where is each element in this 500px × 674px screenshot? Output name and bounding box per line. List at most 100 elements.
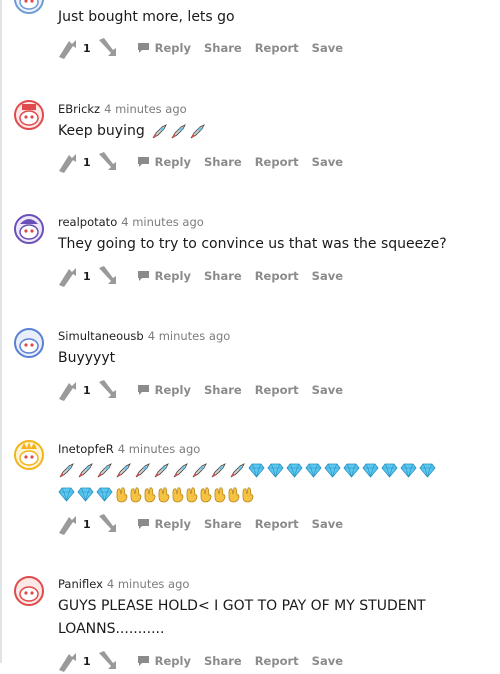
snoo-avatar-icon[interactable]	[14, 214, 44, 244]
snoo-avatar-icon[interactable]	[14, 576, 44, 606]
rocket-emoji-icon	[211, 462, 226, 477]
upvote-arrow-icon[interactable]	[55, 36, 81, 60]
emoji-group	[151, 123, 208, 140]
rocket-emoji-icon	[59, 462, 74, 477]
save-button[interactable]: Save	[312, 383, 343, 397]
username[interactable]: realpotato	[58, 215, 117, 229]
comment-body: They going to try to convince us that wa…	[58, 236, 447, 252]
report-button[interactable]: Report	[255, 269, 299, 283]
vote-score: 1	[83, 41, 91, 55]
timestamp[interactable]: 4 minutes ago	[118, 442, 201, 456]
gem-emoji-icon	[77, 487, 94, 502]
raised-hands-emoji-icon	[116, 486, 128, 502]
reply-button[interactable]: Reply	[137, 41, 191, 55]
save-button[interactable]: Save	[312, 269, 343, 283]
reply-button[interactable]: Reply	[137, 383, 191, 397]
reply-label: Reply	[154, 383, 191, 397]
reply-label: Reply	[154, 269, 191, 283]
downvote-arrow-icon[interactable]	[95, 512, 121, 536]
raised-hands-emoji-icon	[186, 486, 198, 502]
raised-hands-emoji-icon	[172, 486, 184, 502]
rocket-emoji-icon	[173, 462, 188, 477]
rocket-emoji-icon	[152, 124, 167, 139]
reply-button[interactable]: Reply	[137, 269, 191, 283]
emoji-row	[58, 484, 255, 504]
gem-emoji-icon	[305, 463, 322, 478]
comment-body: Keep buying	[58, 120, 208, 143]
share-button[interactable]: Share	[204, 383, 242, 397]
comment-actions: 1 Reply Share Report Save	[55, 377, 343, 403]
timestamp[interactable]: 4 minutes ago	[104, 102, 187, 116]
report-button[interactable]: Report	[255, 41, 299, 55]
downvote-arrow-icon[interactable]	[95, 264, 121, 288]
report-button[interactable]: Report	[255, 155, 299, 169]
rocket-emoji-icon	[154, 462, 169, 477]
vote-score: 1	[83, 654, 91, 668]
comment: InetopfeR 4 minutes ago 1 Reply Share Rep…	[0, 438, 500, 558]
downvote-arrow-icon[interactable]	[95, 150, 121, 174]
snoo-avatar-icon[interactable]	[14, 100, 44, 130]
share-button[interactable]: Share	[204, 269, 242, 283]
reply-bubble-icon	[137, 656, 149, 666]
report-button[interactable]: Report	[255, 654, 299, 668]
rocket-emoji-icon	[78, 462, 93, 477]
share-button[interactable]: Share	[204, 155, 242, 169]
timestamp[interactable]: 4 minutes ago	[148, 329, 231, 343]
comment-author[interactable]: Paniflex 4 minutes ago	[58, 577, 189, 591]
comment-author[interactable]: realpotato 4 minutes ago	[58, 215, 204, 229]
downvote-arrow-icon[interactable]	[95, 378, 121, 402]
username[interactable]: EBrickz	[58, 102, 100, 116]
timestamp[interactable]: 4 minutes ago	[107, 577, 190, 591]
share-button[interactable]: Share	[204, 41, 242, 55]
upvote-arrow-icon[interactable]	[55, 512, 81, 536]
comment: EBrickz 4 minutes ago Keep buying 1 Reply…	[0, 98, 500, 188]
save-button[interactable]: Save	[312, 517, 343, 531]
raised-hands-emoji-icon	[242, 486, 254, 502]
raised-hands-emoji-icon	[214, 486, 226, 502]
save-button[interactable]: Save	[312, 155, 343, 169]
reply-button[interactable]: Reply	[137, 517, 191, 531]
reply-button[interactable]: Reply	[137, 155, 191, 169]
username[interactable]: InetopfeR	[58, 442, 114, 456]
downvote-arrow-icon[interactable]	[95, 36, 121, 60]
save-button[interactable]: Save	[312, 654, 343, 668]
vote-score: 1	[83, 155, 91, 169]
snoo-avatar-icon[interactable]	[14, 440, 44, 470]
upvote-arrow-icon[interactable]	[55, 649, 81, 673]
comment-author[interactable]: InetopfeR 4 minutes ago	[58, 442, 200, 456]
gem-emoji-icon	[96, 487, 113, 502]
upvote-arrow-icon[interactable]	[55, 264, 81, 288]
report-button[interactable]: Report	[255, 383, 299, 397]
gem-emoji-icon	[58, 487, 75, 502]
share-button[interactable]: Share	[204, 654, 242, 668]
gem-emoji-icon	[248, 463, 265, 478]
gem-emoji-icon	[419, 463, 436, 478]
gem-emoji-icon	[324, 463, 341, 478]
upvote-arrow-icon[interactable]	[55, 378, 81, 402]
reply-button[interactable]: Reply	[137, 654, 191, 668]
rocket-emoji-icon	[230, 462, 245, 477]
downvote-arrow-icon[interactable]	[95, 649, 121, 673]
report-button[interactable]: Report	[255, 517, 299, 531]
comment: realpotato 4 minutes ago They going to tr…	[0, 212, 500, 302]
gem-emoji-icon	[400, 463, 417, 478]
comment: Just bought more, lets go 1 Reply Share …	[0, 0, 500, 70]
upvote-arrow-icon[interactable]	[55, 150, 81, 174]
emoji-row	[58, 460, 438, 480]
comment-body-line: GUYS PLEASE HOLD< I GOT TO PAY OF MY STU…	[58, 598, 426, 614]
save-button[interactable]: Save	[312, 41, 343, 55]
comment-author[interactable]: EBrickz 4 minutes ago	[58, 102, 187, 116]
snoo-avatar-icon[interactable]	[14, 0, 44, 14]
comment: Paniflex 4 minutes ago GUYS PLEASE HOLD< …	[0, 574, 500, 672]
rocket-emoji-icon	[192, 462, 207, 477]
rocket-emoji-icon	[190, 124, 205, 139]
timestamp[interactable]: 4 minutes ago	[121, 215, 204, 229]
comment-body: Just bought more, lets go	[58, 9, 235, 25]
raised-hands-emoji-icon	[200, 486, 212, 502]
comment-author[interactable]: Simultaneousb 4 minutes ago	[58, 329, 230, 343]
share-button[interactable]: Share	[204, 517, 242, 531]
comment-actions: 1 Reply Share Report Save	[55, 511, 343, 537]
username[interactable]: Simultaneousb	[58, 329, 144, 343]
snoo-avatar-icon[interactable]	[14, 328, 44, 358]
username[interactable]: Paniflex	[58, 577, 103, 591]
